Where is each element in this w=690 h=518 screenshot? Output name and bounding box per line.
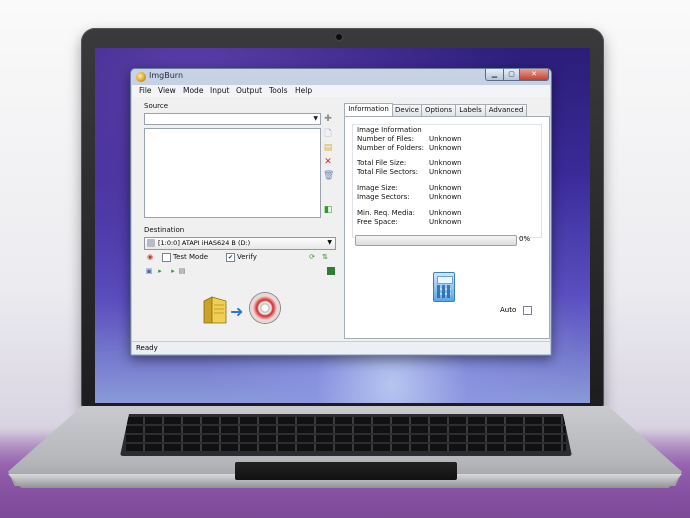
info-value: Unknown xyxy=(429,184,462,192)
browse-file-icon[interactable]: 🗋 xyxy=(323,129,333,139)
add-file-icon[interactable]: ✚ xyxy=(323,114,333,124)
auto-checkbox[interactable] xyxy=(523,306,532,315)
eject-disc-icon[interactable]: ◉ xyxy=(146,253,154,261)
status-text: Ready xyxy=(136,344,158,352)
clear-list-icon[interactable]: 🗑 xyxy=(323,171,334,181)
test-mode-checkbox[interactable] xyxy=(162,253,171,262)
maximize-button[interactable]: ▢ xyxy=(503,69,520,81)
refresh-drive-icon[interactable]: ⟳ xyxy=(308,253,316,261)
image-information-group: Image Information Number of Files: Unkno… xyxy=(352,124,542,238)
menu-help[interactable]: Help xyxy=(295,86,312,95)
information-panel: Image Information Number of Files: Unkno… xyxy=(344,116,550,339)
info-label: Image Sectors: xyxy=(357,193,410,201)
play-icon[interactable]: ▸ xyxy=(156,267,164,275)
queue-icon[interactable]: ▤ xyxy=(178,267,186,275)
title-bar[interactable]: ImgBurn ▁ ▢ ✕ xyxy=(131,69,551,85)
info-value: Unknown xyxy=(429,144,462,152)
load-drive-icon[interactable]: ⇅ xyxy=(321,253,329,261)
tab-strip: Information Device Options Labels Advanc… xyxy=(344,103,548,116)
arrow-right-icon: ➜ xyxy=(230,302,244,321)
imgburn-window: ImgBurn ▁ ▢ ✕ File View Mode Input Outpu… xyxy=(130,68,552,356)
info-label: Free Space: xyxy=(357,218,398,226)
menu-mode[interactable]: Mode xyxy=(183,86,203,95)
source-input[interactable]: ▼ xyxy=(144,113,321,125)
test-mode-label: Test Mode xyxy=(173,253,209,261)
source-label: Source xyxy=(144,102,169,110)
verify-checkbox[interactable]: ✔ xyxy=(226,253,235,262)
info-label: Number of Files: xyxy=(357,135,415,143)
trackpad xyxy=(235,462,457,480)
progress-bar xyxy=(355,235,517,246)
info-label: Image Size: xyxy=(357,184,398,192)
destination-drive-value: [1:0:0] ATAPI iHAS624 B (D:) xyxy=(158,239,251,247)
window-title: ImgBurn xyxy=(149,71,184,80)
destination-label: Destination xyxy=(144,226,185,234)
tab-advanced[interactable]: Advanced xyxy=(485,104,527,116)
info-label: Total File Sectors: xyxy=(357,168,419,176)
menu-bar: File View Mode Input Output Tools Help xyxy=(132,85,550,97)
tab-device[interactable]: Device xyxy=(392,104,422,116)
minimize-button[interactable]: ▁ xyxy=(485,69,504,81)
calculator-icon[interactable] xyxy=(433,272,455,302)
destination-drive-select[interactable]: [1:0:0] ATAPI iHAS624 B (D:) ▼ xyxy=(144,237,336,250)
client-area: Source ▼ ✚ 🗋 ▤ ✕ 🗑 ◧ Destination [1:0:0]… xyxy=(132,97,550,341)
layout-icon[interactable]: ▣ xyxy=(145,267,153,275)
info-label: Total File Size: xyxy=(357,159,407,167)
auto-label: Auto xyxy=(500,306,517,314)
menu-input[interactable]: Input xyxy=(210,86,229,95)
calculate-icon[interactable]: ◧ xyxy=(323,205,333,215)
build-folder-icon[interactable] xyxy=(202,295,228,325)
info-value: Unknown xyxy=(429,159,462,167)
info-label: Min. Req. Media: xyxy=(357,209,416,217)
chevron-down-icon: ▼ xyxy=(327,239,332,246)
close-button[interactable]: ✕ xyxy=(519,69,549,81)
play-next-icon[interactable]: ▸ xyxy=(169,267,177,275)
menu-tools[interactable]: Tools xyxy=(269,86,287,95)
info-value: Unknown xyxy=(429,209,462,217)
disc-icon[interactable] xyxy=(250,293,280,323)
image-information-heading: Image Information xyxy=(357,126,422,134)
verify-label: Verify xyxy=(237,253,257,261)
menu-output[interactable]: Output xyxy=(236,86,262,95)
info-value: Unknown xyxy=(429,193,462,201)
info-value: Unknown xyxy=(429,168,462,176)
imgburn-logo-icon xyxy=(136,72,146,82)
keyboard xyxy=(120,414,572,456)
remove-icon[interactable]: ✕ xyxy=(323,157,333,167)
webcam-icon xyxy=(336,34,342,40)
chevron-down-icon: ▼ xyxy=(313,115,318,122)
status-bar: Ready xyxy=(132,341,550,354)
tab-information[interactable]: Information xyxy=(344,103,393,116)
browse-folder-icon[interactable]: ▤ xyxy=(323,143,333,153)
info-value: Unknown xyxy=(429,135,462,143)
tab-labels[interactable]: Labels xyxy=(455,104,486,116)
tab-options[interactable]: Options xyxy=(421,104,456,116)
progress-percent: 0% xyxy=(519,235,531,243)
info-label: Number of Folders: xyxy=(357,144,424,152)
drive-icon xyxy=(147,239,155,247)
source-file-list[interactable] xyxy=(144,128,321,218)
log-window-icon[interactable] xyxy=(327,267,335,275)
info-value: Unknown xyxy=(429,218,462,226)
menu-file[interactable]: File xyxy=(139,86,152,95)
menu-view[interactable]: View xyxy=(158,86,176,95)
